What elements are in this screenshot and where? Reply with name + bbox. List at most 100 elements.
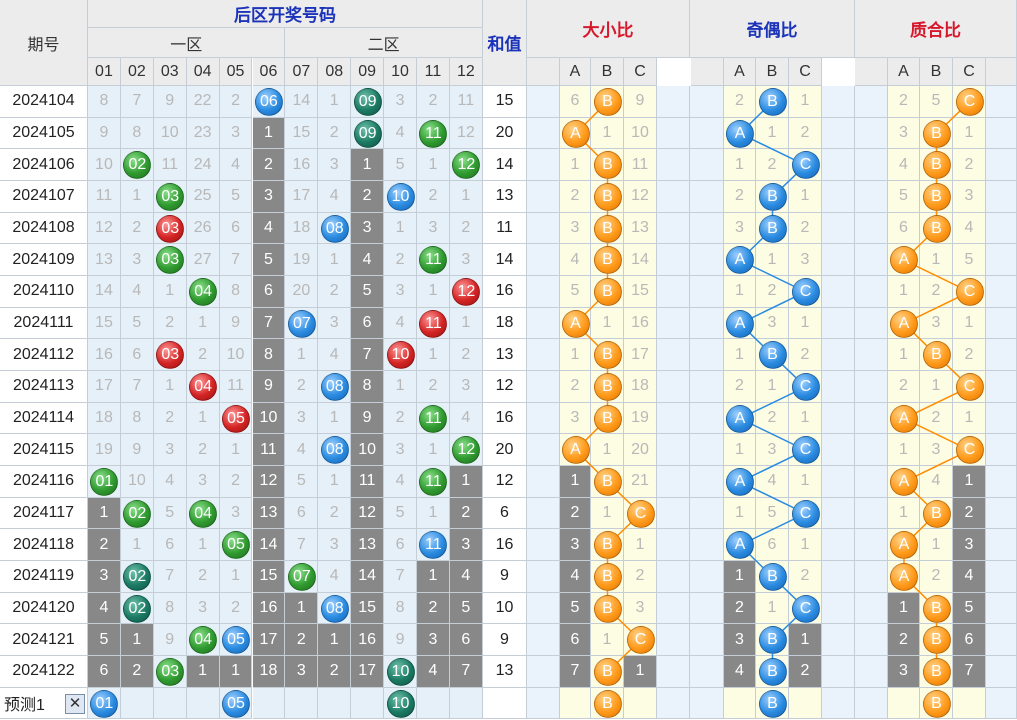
- prediction-number-cell: [318, 687, 352, 720]
- zh-gap-cell: 7: [953, 656, 986, 688]
- dx-ratio-ball: B: [593, 277, 622, 306]
- sum-cell: 20: [483, 434, 527, 467]
- number-miss-cell: 17: [285, 181, 319, 213]
- number-miss-cell: 1: [449, 307, 483, 340]
- num-col-header: 02: [120, 58, 154, 86]
- dx-ratio-ball: B: [593, 182, 622, 211]
- sum-header: 和值: [483, 0, 527, 86]
- number-gap-cell: 8: [351, 371, 385, 403]
- dx-miss-cell: 10: [624, 117, 657, 150]
- jo-ratio-ball: A: [726, 531, 754, 560]
- zh-ratio-ball: B: [922, 151, 951, 180]
- number-miss-cell: 10: [120, 466, 154, 498]
- gap-header: [527, 58, 560, 86]
- number-ball: 07: [287, 309, 316, 338]
- zone1-header: 一区: [88, 28, 286, 58]
- number-gap-cell: 1: [449, 466, 483, 498]
- spacer-cell: [986, 86, 1017, 118]
- zh-col-header: A: [888, 58, 920, 86]
- dx-miss-cell: 3: [560, 212, 591, 245]
- sum-cell: 14: [483, 244, 527, 276]
- jo-gap-cell: 1: [724, 561, 756, 593]
- period-cell: 2024104: [0, 86, 88, 118]
- spacer-cell: [822, 561, 855, 593]
- zh-ratio-ball: A: [890, 467, 918, 496]
- spacer-cell: [986, 402, 1017, 435]
- number-gap-cell: 15: [351, 592, 385, 625]
- spacer-cell: [986, 656, 1017, 688]
- spacer-cell: [690, 656, 724, 688]
- jo-miss-cell: 1: [789, 402, 822, 435]
- period-cell: 2024112: [0, 339, 88, 372]
- number-miss-cell: 1: [449, 181, 483, 213]
- period-cell: 2024111: [0, 307, 88, 340]
- number-ball: 02: [123, 499, 152, 528]
- spacer-cell: [986, 212, 1017, 245]
- number-miss-cell: 7: [120, 371, 154, 403]
- number-miss-cell: 8: [219, 276, 253, 308]
- number-miss-cell: 15: [285, 117, 319, 150]
- sum-cell: 18: [483, 307, 527, 340]
- lottery-trend-table: 期号 后区开奖号码 一区 二区 和值 大小比 奇偶比 质合比 01 02 03 04 05 06 07 08 0…: [0, 0, 1017, 720]
- spacer-cell: [690, 371, 724, 403]
- dx-gap-cell: 1: [624, 656, 657, 688]
- zh-miss-cell: 1: [888, 434, 920, 467]
- number-gap-cell: 3: [285, 656, 319, 688]
- zh-miss-cell: 6: [888, 212, 920, 245]
- zh-ratio-ball: B: [922, 182, 951, 211]
- spacer-cell: [855, 466, 888, 498]
- number-gap-cell: 9: [351, 402, 385, 435]
- spacer-cell: [822, 276, 855, 308]
- zh-gap-cell: 1: [953, 466, 986, 498]
- period-cell: 2024108: [0, 212, 88, 245]
- number-miss-cell: 1: [153, 276, 187, 308]
- jo-ratio-ball: C: [791, 436, 820, 465]
- zh-ratio-ball: A: [890, 246, 918, 275]
- dx-gap-cell: 6: [560, 624, 591, 657]
- number-gap-cell: 3: [88, 561, 121, 593]
- period-cell: 2024110: [0, 276, 88, 308]
- number-miss-cell: 12: [88, 212, 121, 245]
- dx-miss-cell: 14: [624, 244, 657, 276]
- sum-cell: 12: [483, 371, 527, 403]
- prime-composite-ratio-header: 质合比: [855, 0, 1017, 58]
- number-gap-cell: 4: [449, 561, 483, 593]
- number-miss-cell: 9: [153, 624, 187, 657]
- number-miss-cell: 16: [88, 339, 121, 372]
- dx-miss-cell: 20: [624, 434, 657, 467]
- number-miss-cell: 3: [186, 466, 220, 498]
- spacer-cell: [986, 339, 1017, 372]
- number-ball: 04: [189, 499, 218, 528]
- sum-cell: 13: [483, 339, 527, 372]
- sum-cell: 20: [483, 117, 527, 150]
- jo-gap-cell: 2: [724, 592, 756, 625]
- number-miss-cell: 9: [153, 86, 187, 118]
- dx-ratio-ball: C: [626, 499, 655, 528]
- number-miss-cell: 3: [219, 497, 253, 530]
- sum-cell: 10: [483, 592, 527, 625]
- zh-miss-cell: 2: [888, 371, 920, 403]
- sum-cell: 16: [483, 529, 527, 562]
- number-miss-cell: 2: [219, 466, 253, 498]
- number-miss-cell: 8: [153, 592, 187, 625]
- close-icon[interactable]: ✕: [65, 693, 85, 714]
- period-header: 期号: [0, 0, 88, 86]
- jo-ratio-ball: A: [726, 467, 754, 496]
- number-gap-cell: 2: [351, 181, 385, 213]
- number-miss-cell: 1: [318, 466, 352, 498]
- zh-miss-cell: 3: [953, 181, 986, 213]
- number-ball: 06: [254, 87, 283, 116]
- number-miss-cell: 1: [318, 244, 352, 276]
- dx-miss-cell: 16: [624, 307, 657, 340]
- sum-cell: 16: [483, 276, 527, 308]
- number-miss-cell: 4: [318, 339, 352, 372]
- jo-miss-cell: 1: [789, 181, 822, 213]
- spacer-cell: [855, 687, 888, 720]
- spacer-cell: [690, 339, 724, 372]
- spacer-cell: [855, 371, 888, 403]
- dx-miss-cell: 3: [560, 402, 591, 435]
- spacer-cell: [527, 276, 560, 308]
- number-miss-cell: 2: [318, 117, 352, 150]
- spacer-cell: [822, 117, 855, 150]
- zh-ratio-ball: A: [890, 531, 918, 560]
